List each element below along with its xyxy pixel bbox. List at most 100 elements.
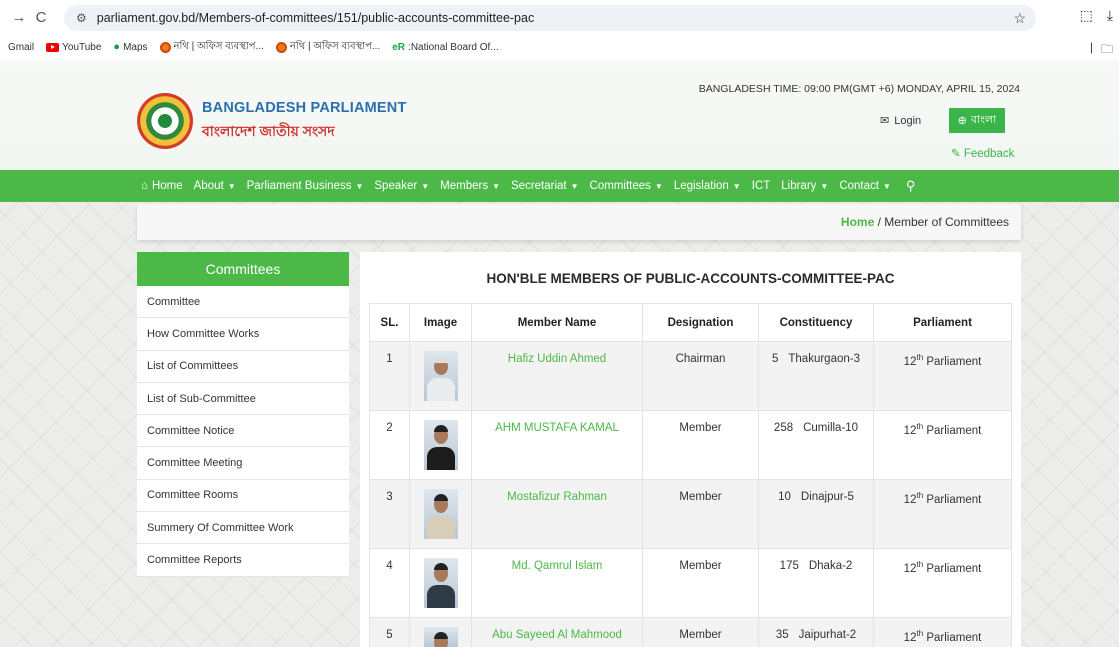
cell-sl: 4 [369, 548, 410, 618]
nav-speaker[interactable]: Speaker ▼ [374, 180, 429, 192]
cell-designation: Member [642, 410, 759, 480]
feedback-link[interactable]: ✎ Feedback [951, 146, 1014, 160]
cell-sl: 2 [369, 410, 410, 480]
reload-icon[interactable]: C [30, 6, 52, 28]
member-photo[interactable] [423, 558, 458, 608]
member-photo[interactable] [423, 627, 458, 647]
breadcrumb-home[interactable]: Home [841, 215, 874, 229]
cell-image [409, 479, 472, 549]
column-header-constituency: Constituency [758, 303, 874, 342]
bookmark-national-board[interactable]: eR:National Board Of... [392, 42, 498, 53]
member-photo[interactable] [423, 420, 458, 470]
column-header-image: Image [409, 303, 472, 342]
page-title: HON'BLE MEMBERS OF PUBLIC-ACCOUNTS-COMMI… [486, 271, 895, 286]
member-photo[interactable] [423, 351, 458, 401]
site-info-icon[interactable]: ⚙ [76, 11, 87, 25]
bookmark-nothi-1[interactable]: নথি | অফিস ব্যবস্থাপ... [159, 39, 264, 56]
cell-image [409, 617, 472, 647]
parliament-logo[interactable] [137, 93, 193, 149]
cell-parliament: 12th Parliament [873, 479, 1012, 549]
sidebar-item-committee-rooms[interactable]: Committee Rooms [137, 480, 349, 513]
sidebar-item-committee-notice[interactable]: Committee Notice [137, 415, 349, 448]
table-row: 2 AHM MUSTAFA KAMAL Member 258 Cumilla-10… [369, 410, 1012, 480]
nav-library[interactable]: Library ▼ [781, 180, 828, 192]
cell-member-name[interactable]: AHM MUSTAFA KAMAL [471, 410, 643, 480]
cell-sl: 5 [369, 617, 410, 647]
cell-image [409, 548, 472, 618]
download-icon[interactable]: ⤓ [1107, 7, 1113, 24]
sidebar-item-list-of-committees[interactable]: List of Committees [137, 351, 349, 383]
sidebar-item-summery-of-committee-work[interactable]: Summery Of Committee Work [137, 512, 349, 545]
table-row: 3 Mostafizur Rahman Member 10 Dinajpur-5 … [369, 479, 1012, 549]
cell-constituency: 35 Jaipurhat-2 [758, 617, 874, 647]
nav-about[interactable]: About ▼ [194, 180, 236, 192]
cell-sl: 3 [369, 479, 410, 549]
forward-icon[interactable]: → [8, 6, 30, 28]
cell-designation: Chairman [642, 341, 759, 411]
caret-down-icon: ▼ [421, 181, 430, 191]
bookmark-youtube[interactable]: YouTube [46, 42, 101, 53]
nav-contact[interactable]: Contact ▼ [839, 180, 891, 192]
cell-designation: Member [642, 548, 759, 618]
bookmark-maps[interactable]: ● Maps [113, 41, 147, 53]
site-subtitle[interactable]: বাংলাদেশ জাতীয় সংসদ [202, 120, 335, 144]
caret-down-icon: ▼ [227, 181, 236, 191]
sidebar-item-list-of-sub-committee[interactable]: List of Sub-Committee [137, 383, 349, 416]
nav-home[interactable]: ⌂ Home [141, 180, 183, 192]
bookmarks-bar: Gmail YouTube ● Maps নথি | অফিস ব্যবস্থাপ… [0, 34, 1119, 60]
sidebar-item-how-committee-works[interactable]: How Committee Works [137, 318, 349, 351]
cell-member-name[interactable]: Mostafizur Rahman [471, 479, 643, 549]
caret-down-icon: ▼ [820, 181, 829, 191]
cell-member-name[interactable]: Hafiz Uddin Ahmed [471, 341, 643, 411]
breadcrumb-current: Member of Committees [884, 215, 1009, 229]
url-text: parliament.gov.bd/Members-of-committees/… [96, 11, 535, 25]
edit-icon: ✎ [951, 148, 961, 160]
sidebar-item-committee-reports[interactable]: Committee Reports [137, 544, 349, 577]
search-icon[interactable]: ⚲ [906, 178, 916, 194]
cell-designation: Member [642, 479, 759, 549]
sidebar-title: Committees [137, 252, 349, 286]
cell-constituency: 258 Cumilla-10 [758, 410, 874, 480]
nav-parliament-business[interactable]: Parliament Business ▼ [247, 180, 364, 192]
cell-parliament: 12th Parliament [873, 548, 1012, 618]
cell-image [409, 410, 472, 480]
bookmark-gmail[interactable]: Gmail [8, 42, 34, 53]
bookmark-nothi-2[interactable]: নথি | অফিস ব্যবস্থাপ... [275, 39, 380, 56]
nothi-icon [159, 41, 171, 53]
nav-legislation[interactable]: Legislation ▼ [674, 180, 741, 192]
nav-secretariat[interactable]: Secretariat ▼ [511, 180, 579, 192]
sidebar-item-committee-meeting[interactable]: Committee Meeting [137, 447, 349, 480]
caret-down-icon: ▼ [492, 181, 500, 191]
browser-toolbar: → C ⚙ parliament.gov.bd/Members-of-commi… [0, 0, 1119, 34]
cell-constituency: 175 Dhaka-2 [758, 548, 874, 618]
extensions-icon[interactable]: ⬚ [1080, 7, 1093, 24]
login-link[interactable]: ✉ Login [880, 114, 921, 128]
cell-parliament: 12th Parliament [873, 617, 1012, 647]
nothi-icon [275, 41, 287, 53]
breadcrumb-bar: Home / Member of Committees [137, 204, 1021, 240]
caret-down-icon: ▼ [732, 181, 741, 191]
column-header-parliament: Parliament [873, 303, 1012, 342]
breadcrumb: Home / Member of Committees [841, 215, 1009, 229]
site-title[interactable]: BANGLADESH PARLIAMENT [202, 100, 407, 116]
nav-committees[interactable]: Committees ▼ [590, 180, 663, 192]
table-row: 4 Md. Qamrul Islam Member 175 Dhaka-2 12t… [369, 548, 1012, 618]
nav-ict[interactable]: ICT [752, 180, 771, 192]
table-row: 5 Abu Sayeed Al Mahmood Member 35 Jaipurh… [369, 617, 1012, 647]
nav-members[interactable]: Members ▼ [440, 180, 500, 192]
language-button[interactable]: ⊕ বাংলা [949, 108, 1005, 133]
members-table: SL. Image Member Name Designation Consti… [369, 303, 1012, 647]
mail-icon: ✉ [880, 115, 890, 127]
caret-down-icon: ▼ [570, 181, 579, 191]
sidebar-item-committee[interactable]: Committee [137, 286, 349, 319]
address-bar[interactable]: ⚙ parliament.gov.bd/Members-of-committee… [64, 5, 1036, 31]
cell-constituency: 10 Dinajpur-5 [758, 479, 874, 549]
cell-member-name[interactable]: Abu Sayeed Al Mahmood [471, 617, 643, 647]
member-photo[interactable] [423, 489, 458, 539]
bookmark-star-icon[interactable]: ☆ [1013, 10, 1026, 27]
column-header-designation: Designation [642, 303, 759, 342]
cell-constituency: 5 Thakurgaon-3 [758, 341, 874, 411]
caret-down-icon: ▼ [882, 181, 891, 191]
cell-member-name[interactable]: Md. Qamrul Islam [471, 548, 643, 618]
folder-icon[interactable]: 🗀 [1101, 40, 1113, 61]
